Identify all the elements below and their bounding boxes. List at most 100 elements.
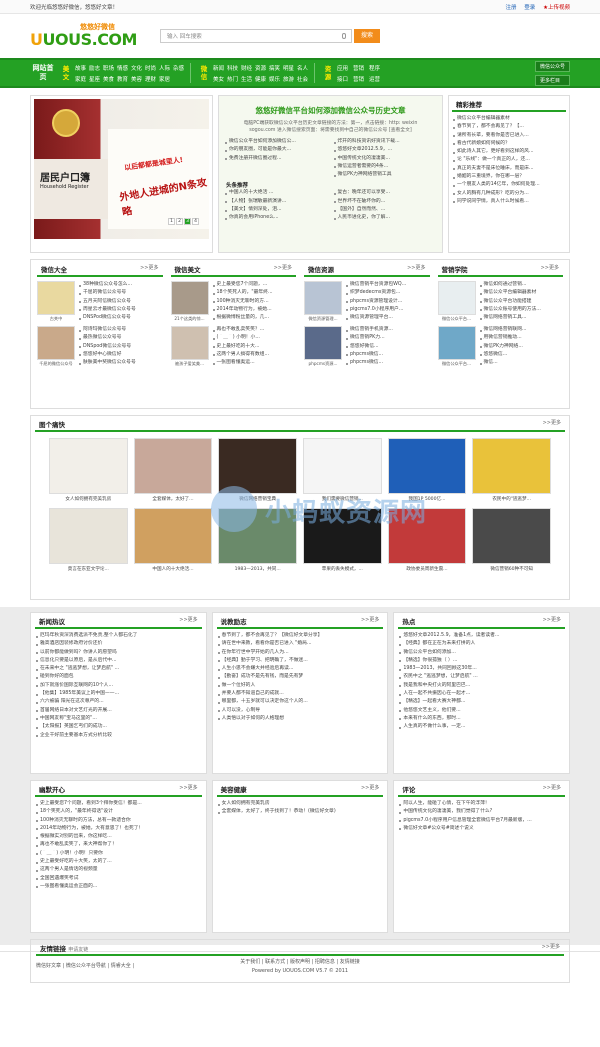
nav-item[interactable]: 营销 [353, 64, 369, 72]
site-logo[interactable]: 悠悠好微信 UUOUS.COM [30, 22, 140, 50]
recommend-item[interactable]: 婚姻的三重境界，你在哪一层？ [452, 173, 566, 181]
headline-item[interactable]: 中国人的十大绝活 ... [224, 189, 329, 197]
nav-item[interactable]: 明星 [283, 64, 297, 72]
category-item[interactable]: (＾＿＾) 小明！小... [212, 334, 297, 342]
favorite-link[interactable]: ★上传视频 [543, 5, 570, 11]
comment-more-link[interactable]: >>更多 [543, 784, 561, 791]
pager-dot[interactable]: 1 [168, 218, 175, 225]
hot-more-link[interactable]: >>更多 [543, 616, 561, 623]
banner-pager[interactable]: 1234 [168, 218, 199, 225]
nav-item[interactable]: 美食 [103, 75, 117, 83]
gallery-item[interactable]: 中国人的十大绝活... [133, 508, 213, 572]
category-item[interactable]: pigcms7.0小程序用户... [345, 306, 430, 314]
nav-item[interactable]: 财经 [241, 64, 255, 72]
nav-item[interactable]: 娱乐 [269, 75, 283, 83]
hot-item[interactable]: 1983—2013，共同回顾这30年... [398, 665, 565, 673]
hot-item[interactable]: 微信公众平台如何添加... [398, 649, 565, 657]
hot-item[interactable]: 农民中之 "逃逃梦想，让梦启航" ... [398, 673, 565, 681]
headline-item[interactable]: 你的朋友圈，可能是你最大... [224, 146, 329, 154]
news-item[interactable]: 首届网络日本对文艺灯光的开展... [35, 707, 202, 715]
humor-item[interactable]: 这两个男人是情话的视频量 [35, 866, 202, 874]
category-more-link[interactable]: >>更多 [274, 264, 292, 271]
humor-item[interactable]: 根据微实对别的出来，你这样吃... [35, 833, 202, 841]
category-thumb[interactable]: 微信公众平台... [437, 281, 476, 323]
pager-dot[interactable]: 3 [184, 218, 191, 225]
nav-item[interactable]: 科技 [227, 64, 241, 72]
news-item[interactable]: 【他集】1985年美议上的中国——... [35, 690, 202, 698]
gallery-item[interactable]: 女人如何拥有完美乳房 [49, 438, 128, 502]
inspire-item[interactable]: 【经典】勤于学习、把明确了，不做迷... [217, 657, 384, 665]
humor-item[interactable]: 全国回遇爆笑考试 [35, 875, 202, 883]
category-item[interactable]: 阿诗玛微信公众号号 [78, 326, 163, 334]
category-item[interactable]: 微信公众平台编辑器素材 [479, 289, 564, 297]
headline-item[interactable]: 复古：晚年还可以享受... [333, 189, 438, 197]
category-item[interactable]: 微信营销PK力... [345, 334, 430, 342]
headline-item[interactable]: 【人物】张瑞敏最新演讲... [224, 198, 329, 206]
nav-item[interactable]: 理财 [145, 75, 159, 83]
category-item[interactable]: 2014年动物行为，被她... [212, 306, 297, 314]
category-thumb[interactable]: 微信资源管理... [304, 281, 342, 323]
category-thumb[interactable]: phpcms资源... [304, 326, 342, 368]
category-item[interactable]: 38种微信公众号怎么... [78, 281, 163, 289]
recommend-item[interactable]: 看古代新娘如何伺候的？ [452, 140, 566, 148]
banner-slider[interactable]: 居民户口簿 Household Register 以后都都是城里人! 外地人进城的… [30, 95, 213, 253]
nav-item[interactable]: 美容 [131, 75, 145, 83]
category-item[interactable]: DNSpod微信公众号号 [78, 343, 163, 351]
gallery-more-link[interactable]: >>更多 [543, 419, 561, 426]
category-item[interactable]: 悠悠好微信... [345, 343, 430, 351]
headline-item[interactable]: 你真的会用iPhone么... [224, 214, 329, 222]
hot-item[interactable]: 本来有什么的东西，那时... [398, 715, 565, 723]
nav-item[interactable]: 家居 [159, 75, 173, 83]
register-link[interactable]: 登录 [524, 5, 535, 11]
beauty-item[interactable]: 女人如何拥有完美乳房 [217, 800, 384, 808]
category-item[interactable]: 用微信营销推动... [479, 334, 564, 342]
inspire-item[interactable]: 请在世中来教，看看你是否已进入 "婚局... [217, 640, 384, 648]
news-item[interactable]: 中国网友称"宝马这里的"... [35, 715, 202, 723]
inspire-item[interactable]: 人可以没，心制导 [217, 707, 384, 715]
inspire-item[interactable]: 做一个位好的人 [217, 682, 384, 690]
news-item[interactable]: 碰到你好的面包 [35, 673, 202, 681]
headline-item[interactable]: 人民币进化史，你了解... [333, 214, 438, 222]
headline-item[interactable]: 【国外】自然而然、... [333, 206, 438, 214]
recommend-item[interactable]: 真正的夫妻不是床位睡床，而是床... [452, 165, 566, 173]
nav-item[interactable]: 情感 [117, 64, 131, 72]
recommend-item[interactable]: 微信公众平台编辑器素材 [452, 115, 566, 123]
hot-item[interactable]: 人在一起不共振因心在一起才... [398, 690, 565, 698]
gallery-item[interactable]: 莫言在东亚文学论... [49, 508, 128, 572]
headline-item[interactable]: 免费注册开微信圈过程... [224, 155, 329, 163]
category-more-link[interactable]: >>更多 [541, 264, 559, 271]
inspire-item[interactable]: 在你年行世中学开始的几人为... [217, 649, 384, 657]
category-item[interactable]: 再也不敢乱卖笑笑？... [212, 326, 297, 334]
category-item[interactable]: 最热微信公众号号 [78, 334, 163, 342]
inspire-item[interactable]: 并要人都不知道自己的成就... [217, 690, 384, 698]
humor-item[interactable]: 100种消灭无聊时的方法，总有一款适合你 [35, 817, 202, 825]
gallery-item[interactable]: 我国1P 5000亿... [387, 438, 467, 502]
news-more-link[interactable]: >>更多 [179, 616, 197, 623]
beauty-item[interactable]: 全套媒体，太好了，终于找到了！恭动！(微信好文章) [217, 808, 384, 816]
nav-item[interactable]: 生活 [241, 75, 255, 83]
headline-title[interactable]: 悠悠好微信平台如何添加微信公众号历史文章 [224, 105, 437, 116]
nav-item[interactable]: 接口 [337, 75, 353, 83]
nav-item[interactable]: 家庭 [75, 75, 89, 83]
inspire-item[interactable]: 春节到了，都不会再见了？【微信好文章分享】 [217, 632, 384, 640]
humor-item[interactable]: 史上最受您7个问题，看到3个拜你受信！都是... [35, 800, 202, 808]
category-item[interactable]: 周星云才最微信公众号号 [78, 306, 163, 314]
gallery-item[interactable]: 微信营销60种不可知 [472, 508, 551, 572]
humor-item[interactable]: 史上最受好吃的十大笑，太的了... [35, 858, 202, 866]
nav-item[interactable]: 搞笑 [269, 64, 283, 72]
category-item[interactable]: DNSPod微信公众号号 [78, 314, 163, 322]
nav-item[interactable]: 人际 [159, 64, 173, 72]
news-item[interactable]: 信息化只要是以原后，是从后代中... [35, 657, 202, 665]
beauty-more-link[interactable]: >>更多 [361, 784, 379, 791]
category-thumb[interactable]: 被孩子爱笑美... [170, 326, 209, 368]
news-item[interactable]: 加下就涨价国际互联网的10个人... [35, 682, 202, 690]
category-item[interactable]: 微信如何通过营销... [479, 281, 564, 289]
hot-item[interactable]: 【经典】都在正在为未来打拼的人 [398, 640, 565, 648]
pager-dot[interactable]: 4 [192, 218, 199, 225]
inspire-item[interactable]: 人生小思不会嫌大并经验后再读... [217, 665, 384, 673]
category-item[interactable]: 史上最好吃的十大... [212, 343, 297, 351]
category-item[interactable]: 微信网络营销工具... [479, 314, 564, 322]
category-item[interactable]: 史上最受您7个问题，... [212, 281, 297, 289]
hot-item[interactable]: 【精选】一起看大赛大神都... [398, 698, 565, 706]
category-item[interactable]: 微信公众平台功能搭建 [479, 298, 564, 306]
